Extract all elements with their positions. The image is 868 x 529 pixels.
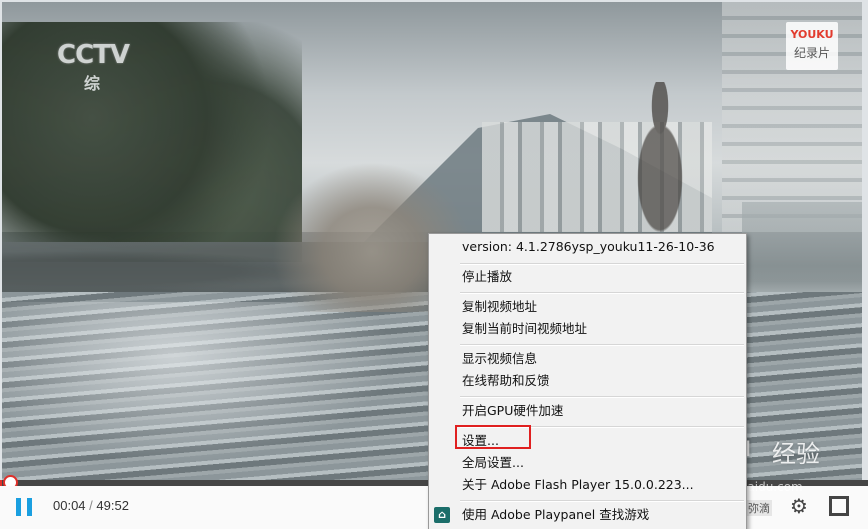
fullscreen-icon[interactable]: [829, 496, 849, 516]
pause-button[interactable]: [16, 498, 34, 516]
youku-brand: YOUKU: [790, 28, 834, 41]
menu-item-copy-time-url[interactable]: 复制当前时间视频地址: [462, 320, 587, 338]
subtitle-button[interactable]: 弥滴: [746, 500, 772, 516]
video-person: [620, 82, 700, 242]
menu-item-video-info[interactable]: 显示视频信息: [462, 350, 537, 368]
context-menu: version: 4.1.2786ysp_youku11-26-10-36 停止…: [428, 233, 747, 529]
time-separator: /: [89, 498, 93, 513]
youku-sub: 纪录片: [793, 46, 830, 60]
menu-item-copy-url[interactable]: 复制视频地址: [462, 298, 537, 316]
playpanel-icon: ⌂: [434, 507, 450, 523]
pause-icon-bar-right: [27, 498, 32, 516]
duration: 49:52: [96, 498, 129, 513]
video-water-shine: [2, 302, 432, 482]
time-display: 00:04 / 49:52: [53, 498, 129, 513]
channel-sub-logo: 综: [84, 74, 101, 93]
menu-item-gpu-accel[interactable]: 开启GPU硬件加速: [462, 402, 563, 420]
channel-logo: CCTV: [57, 40, 130, 70]
settings-highlight-box: [455, 425, 531, 449]
video-trees: [2, 22, 302, 262]
menu-item-global-settings[interactable]: 全局设置...: [462, 454, 524, 472]
video-railing: [742, 202, 862, 282]
menu-separator: [460, 292, 744, 294]
gear-icon[interactable]: ⚙: [788, 495, 810, 517]
menu-item-stop[interactable]: 停止播放: [462, 268, 512, 286]
menu-separator: [460, 344, 744, 346]
video-player: CCTV 综 YOUKU 纪录片 00:04 / 49:52 弥滴 ⚙ Baid…: [0, 0, 868, 529]
youku-badge: YOUKU 纪录片: [786, 22, 838, 70]
menu-separator: [460, 396, 744, 398]
current-time: 00:04: [53, 498, 86, 513]
menu-item-help-feedback[interactable]: 在线帮助和反馈: [462, 372, 550, 390]
menu-item-about-flash[interactable]: 关于 Adobe Flash Player 15.0.0.223...: [462, 476, 694, 494]
menu-item-playpanel[interactable]: 使用 Adobe Playpanel 查找游戏: [462, 506, 649, 524]
menu-separator: [460, 263, 744, 265]
menu-separator: [460, 500, 744, 502]
pause-icon-bar-left: [16, 498, 21, 516]
menu-item-version: version: 4.1.2786ysp_youku11-26-10-36: [462, 239, 715, 254]
